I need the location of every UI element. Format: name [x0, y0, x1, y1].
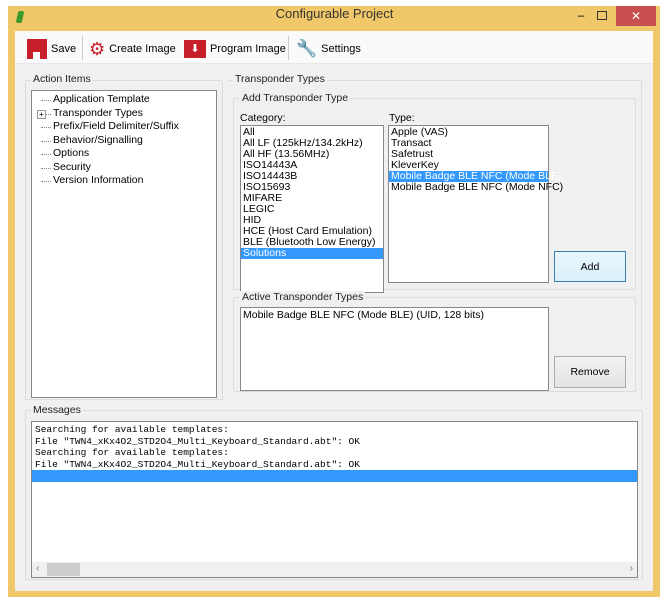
list-item[interactable]: Mobile Badge BLE NFC (Mode BLE) (UID, 12… — [241, 310, 548, 321]
tree-item-transponder-types[interactable]: + Transponder Types — [32, 107, 216, 121]
type-listbox[interactable]: Apple (VAS) Transact Safetrust KleverKey Mob… — [388, 125, 563, 283]
settings-label: Settings — [321, 43, 361, 55]
add-button[interactable]: Add — [554, 251, 626, 282]
toolbar-separator — [288, 36, 289, 60]
tree-item-prefix[interactable]: Prefix/Field Delimiter/Suffix — [32, 120, 216, 134]
list-item[interactable]: LEGIC — [241, 204, 383, 215]
tree-item-version-information[interactable]: Version Information — [32, 174, 216, 188]
category-listbox[interactable]: All All LF (125kHz/134.2kHz) All HF (13.56… — [240, 125, 384, 293]
tree-item-application-template[interactable]: Application Template — [32, 93, 216, 107]
list-item[interactable]: Solutions — [241, 248, 383, 259]
active-transponder-label: Active Transponder Types — [240, 291, 366, 303]
save-label: Save — [51, 43, 77, 55]
tree-item-behavior[interactable]: Behavior/Signalling — [32, 134, 216, 148]
scrollbar-thumb[interactable] — [47, 563, 80, 576]
tree-item-security[interactable]: Security — [32, 161, 216, 175]
create-image-label: Create Image — [109, 43, 176, 55]
messages-listbox[interactable]: Searching for available templates: File … — [31, 421, 638, 578]
message-line: Searching for available templates: — [35, 447, 229, 458]
action-items-tree[interactable]: Application Template + Transponder Types … — [31, 90, 217, 398]
messages-label: Messages — [31, 404, 83, 416]
transponder-types-label: Transponder Types — [233, 73, 327, 85]
remove-button[interactable]: Remove — [554, 356, 626, 388]
type-label: Type: — [389, 112, 415, 124]
save-button[interactable]: Save — [27, 38, 76, 60]
floppy-disk-icon — [27, 39, 47, 59]
program-download-icon: ⬇ — [184, 40, 206, 58]
toolbar-separator — [82, 36, 83, 60]
message-line: Searching for available templates: — [35, 424, 229, 435]
close-button[interactable]: ✕ — [616, 6, 656, 26]
add-transponder-label: Add Transponder Type — [240, 92, 351, 104]
message-line: File "TWN4_xKx4O2_STD2O4_Multi_Keyboard_… — [35, 458, 360, 470]
tree-item-label: Transponder Types — [53, 106, 143, 119]
action-items-label: Action Items — [31, 73, 93, 85]
category-label: Category: — [240, 112, 286, 124]
minimize-button[interactable]: – — [574, 8, 588, 22]
program-image-label: Program Image — [210, 43, 286, 55]
program-image-button[interactable]: ⬇ Program Image — [184, 38, 286, 60]
scroll-left-icon[interactable]: ‹ — [36, 563, 39, 574]
message-line: File "TWN4_xKx4O2_STD2O4_Multi_Keyboard_… — [35, 435, 360, 447]
settings-button[interactable]: 🔧 Settings — [296, 38, 361, 60]
window-title: Configurable Project — [275, 6, 394, 21]
active-transponder-listbox[interactable]: Mobile Badge BLE NFC (Mode BLE) (UID, 12… — [240, 307, 549, 391]
wrench-icon: 🔧 — [296, 39, 318, 58]
message-line-selected[interactable] — [32, 470, 637, 482]
expand-plus-icon[interactable]: + — [37, 109, 46, 119]
scroll-right-icon[interactable]: › — [630, 563, 633, 574]
maximize-button[interactable] — [597, 11, 607, 20]
tree-item-options[interactable]: Options — [32, 147, 216, 161]
horizontal-scrollbar[interactable]: ‹ › — [32, 562, 637, 577]
create-image-button[interactable]: ⚙ Create Image — [89, 38, 176, 60]
list-item[interactable]: Mobile Badge BLE NFC (Mode NFC) — [389, 182, 563, 193]
gears-icon: ⚙ — [89, 38, 106, 59]
